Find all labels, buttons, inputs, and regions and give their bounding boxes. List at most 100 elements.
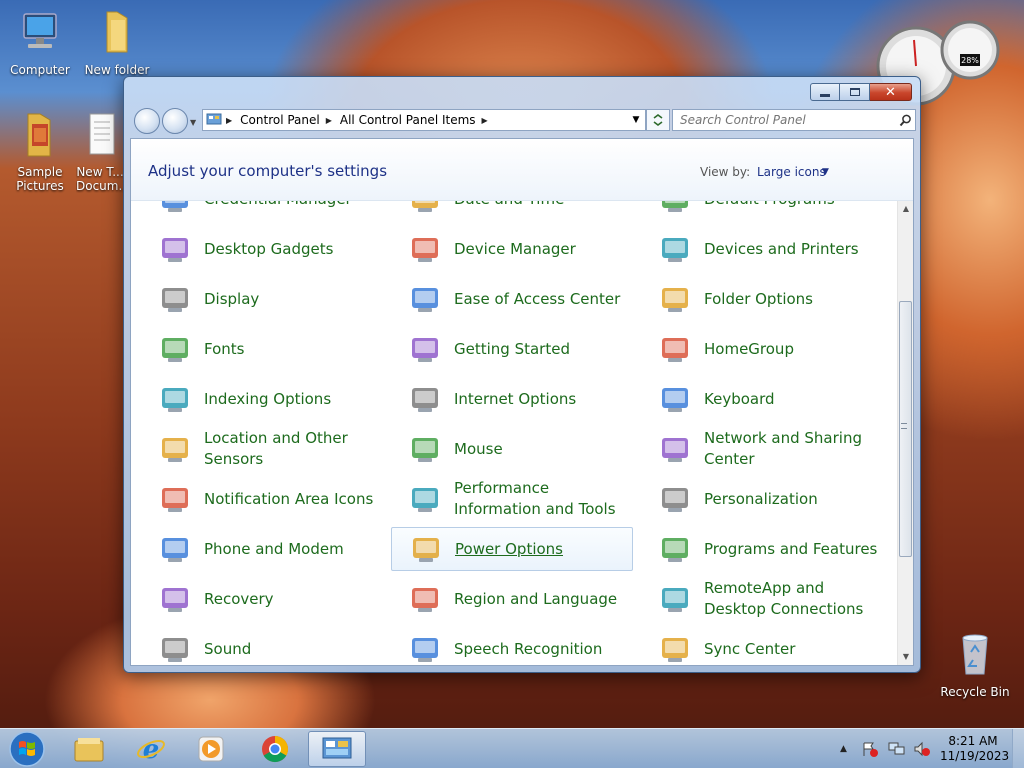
desktop-icon-computer[interactable]: Computer — [0, 8, 80, 77]
personalization-icon — [662, 488, 688, 512]
search-icon[interactable] — [895, 114, 915, 127]
control-panel-item[interactable]: Personalization — [641, 477, 883, 521]
show-desktop-button[interactable] — [1012, 729, 1024, 768]
internet-options-icon — [412, 388, 438, 412]
control-panel-item[interactable]: Desktop Gadgets — [141, 227, 383, 271]
breadcrumb-all-items[interactable]: All Control Panel Items — [340, 113, 476, 127]
network-icon[interactable] — [887, 741, 905, 757]
control-panel-item[interactable]: Phone and Modem — [141, 527, 383, 571]
search-box[interactable] — [672, 109, 916, 131]
control-panel-item[interactable]: Performance Information and Tools — [391, 477, 633, 521]
control-panel-item[interactable]: Location and Other Sensors — [141, 427, 383, 471]
address-dropdown-icon[interactable]: ▼ — [627, 115, 645, 125]
phone-icon — [162, 538, 188, 562]
clock[interactable]: 8:21 AM 11/19/2023 — [940, 734, 1009, 764]
control-panel-item[interactable]: Notification Area Icons — [141, 477, 383, 521]
show-hidden-icons-chevron-icon[interactable]: ▲ — [840, 744, 847, 754]
control-panel-item[interactable]: Sync Center — [641, 627, 883, 665]
taskbar: e ▲ 8:21 AM 11/19/2023 — [0, 728, 1024, 768]
back-button[interactable] — [134, 108, 160, 134]
breadcrumb-separator-icon[interactable]: ▶ — [326, 116, 332, 125]
desktop-icon-sample-pictures[interactable]: Sample Pictures — [0, 110, 80, 193]
power-options-icon — [413, 538, 439, 562]
breadcrumb-control-panel[interactable]: Control Panel — [240, 113, 320, 127]
control-panel-item[interactable]: Date and Time — [391, 201, 633, 221]
taskbar-explorer-button[interactable] — [62, 731, 116, 767]
navigation-bar: ▼ ▶ Control Panel ▶ All Control Panel It… — [130, 106, 916, 136]
search-input[interactable] — [673, 111, 895, 129]
control-panel-item[interactable]: Default Programs — [641, 201, 883, 221]
control-panel-item[interactable]: Mouse — [391, 427, 633, 471]
control-panel-item[interactable]: Keyboard — [641, 377, 883, 421]
desktop-icon-new-text-document[interactable]: New T... Docum... — [76, 110, 124, 193]
taskbar-chrome-button[interactable] — [248, 731, 302, 767]
vertical-scrollbar[interactable]: ▲ ▼ — [897, 201, 913, 665]
folder-icon — [106, 11, 128, 53]
ease-of-access-icon — [412, 288, 438, 312]
action-center-flag-icon[interactable] — [861, 741, 879, 757]
control-panel-item[interactable]: Indexing Options — [141, 377, 383, 421]
control-panel-item-label: HomeGroup — [704, 339, 794, 358]
recent-pages-chevron-icon[interactable]: ▼ — [190, 118, 196, 127]
desktop-icon-label: Recycle Bin — [940, 685, 1010, 699]
desktop-icon-recycle-bin[interactable]: Recycle Bin — [935, 630, 1015, 699]
taskbar-ie-button[interactable]: e — [124, 731, 178, 767]
control-panel-item[interactable]: Display — [141, 277, 383, 321]
refresh-icon — [653, 114, 663, 126]
control-panel-item[interactable]: Getting Started — [391, 327, 633, 371]
windows-logo-icon — [9, 731, 45, 767]
control-panel-item[interactable]: Device Manager — [391, 227, 633, 271]
control-panel-item[interactable]: Devices and Printers — [641, 227, 883, 271]
forward-button[interactable] — [162, 108, 188, 134]
network-icon — [662, 438, 688, 462]
title-bar[interactable]: ✕ — [124, 77, 920, 107]
control-panel-item[interactable]: RemoteApp and Desktop Connections — [641, 577, 883, 621]
folder-options-icon — [662, 288, 688, 312]
taskbar-media-player-button[interactable] — [184, 731, 238, 767]
control-panel-item[interactable]: Ease of Access Center — [391, 277, 633, 321]
control-panel-item[interactable]: Programs and Features — [641, 527, 883, 571]
control-panel-item[interactable]: HomeGroup — [641, 327, 883, 371]
view-by-chevron-down-icon[interactable]: ▼ — [822, 167, 829, 177]
printer-icon — [662, 238, 688, 262]
homegroup-icon — [662, 338, 688, 362]
control-panel-item[interactable]: Recovery — [141, 577, 383, 621]
control-panel-item[interactable]: Fonts — [141, 327, 383, 371]
getting-started-icon — [412, 338, 438, 362]
control-panel-item[interactable]: Credential Manager — [141, 201, 383, 221]
file-explorer-icon — [74, 738, 104, 762]
scroll-up-icon[interactable]: ▲ — [898, 201, 914, 217]
control-panel-item[interactable]: Network and Sharing Center — [641, 427, 883, 471]
control-panel-item[interactable]: Power Options — [391, 527, 633, 571]
control-panel-item[interactable]: Internet Options — [391, 377, 633, 421]
address-bar[interactable]: ▶ Control Panel ▶ All Control Panel Item… — [202, 109, 646, 131]
minimize-button[interactable] — [810, 83, 840, 101]
control-panel-item-label: RemoteApp and Desktop Connections — [704, 579, 864, 618]
scroll-down-icon[interactable]: ▼ — [898, 649, 914, 665]
control-panel-item[interactable]: Region and Language — [391, 577, 633, 621]
control-panel-item[interactable]: Folder Options — [641, 277, 883, 321]
breadcrumb-separator-icon[interactable]: ▶ — [482, 116, 488, 125]
close-button[interactable]: ✕ — [870, 83, 912, 101]
chrome-icon — [262, 736, 289, 763]
control-panel-item-label: Performance Information and Tools — [454, 479, 616, 518]
view-by-dropdown[interactable]: Large icons — [757, 165, 826, 179]
keyboard-icon — [662, 388, 688, 412]
control-panel-item-label: Notification Area Icons — [204, 489, 374, 508]
maximize-button[interactable] — [840, 83, 870, 101]
scroll-thumb[interactable] — [899, 301, 912, 557]
desktop-icon-label: New folder — [84, 63, 150, 77]
content-header: Adjust your computer's settings View by:… — [131, 139, 913, 201]
control-panel-item[interactable]: Speech Recognition — [391, 627, 633, 665]
system-tray: ▲ — [840, 729, 931, 768]
start-button[interactable] — [6, 730, 48, 768]
scroll-grip-icon — [901, 423, 907, 429]
refresh-button[interactable] — [646, 109, 670, 131]
control-panel-item-label: Power Options — [455, 539, 563, 558]
mouse-icon — [412, 438, 438, 462]
page-title: Adjust your computer's settings — [148, 162, 388, 180]
volume-muted-icon[interactable] — [913, 741, 931, 757]
desktop-icon-new-folder[interactable]: New folder — [77, 8, 157, 77]
taskbar-control-panel-button[interactable] — [308, 731, 366, 767]
control-panel-item[interactable]: Sound — [141, 627, 383, 665]
